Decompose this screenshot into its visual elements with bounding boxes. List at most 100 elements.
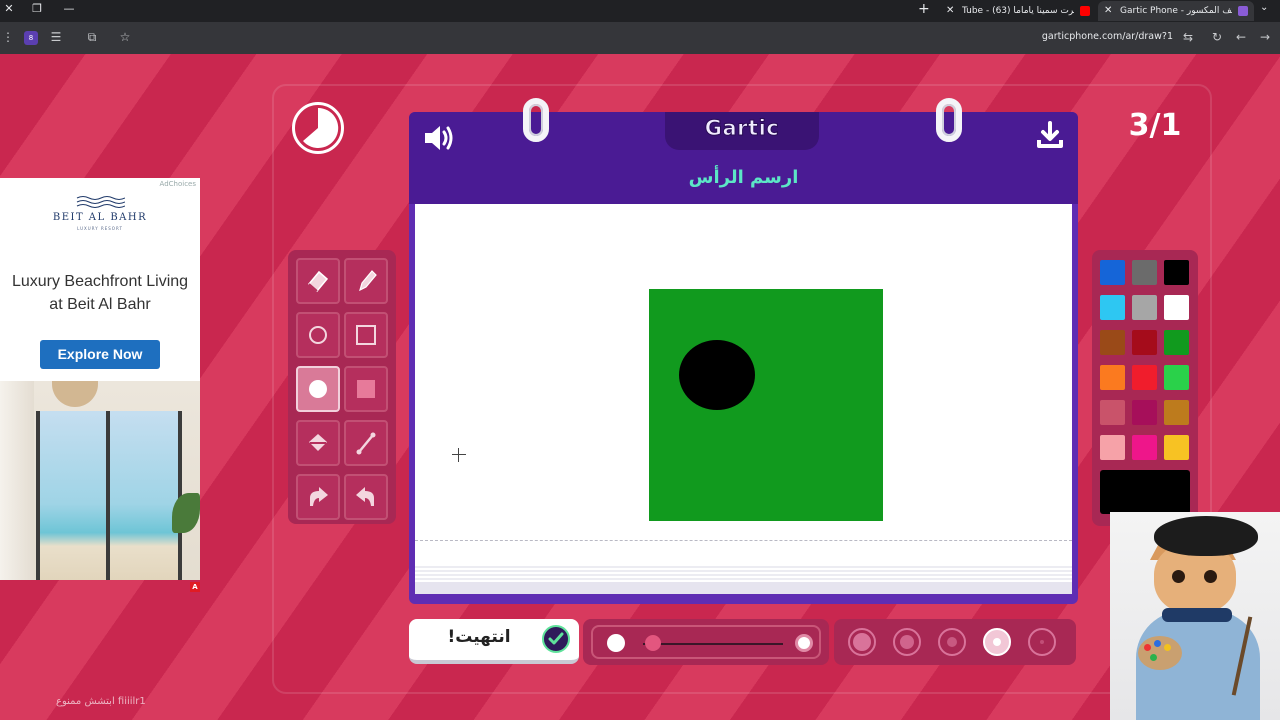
sound-icon[interactable]	[421, 120, 457, 156]
timer-clock	[292, 102, 344, 154]
done-button-label: انتهيت!	[447, 627, 511, 647]
eraser-tool-button[interactable]	[296, 258, 340, 304]
gartic-favicon-icon	[1238, 6, 1248, 16]
opacity-option[interactable]	[1028, 628, 1056, 656]
footer-caption: ابتشش ممنوع fiiiilr1	[56, 696, 146, 707]
explore-now-button[interactable]: Explore Now	[40, 340, 160, 369]
circle-filled-icon	[309, 380, 327, 398]
binder-ring	[936, 98, 962, 142]
color-swatch[interactable]	[1164, 260, 1189, 285]
redo-button[interactable]	[344, 474, 388, 520]
window-close-icon[interactable]: ✕	[0, 2, 18, 15]
brush-size-slider[interactable]	[583, 619, 829, 665]
color-swatch[interactable]	[1100, 435, 1125, 460]
ellipse-filled-tool-button[interactable]	[296, 366, 340, 412]
rectangle-filled-tool-button[interactable]	[344, 366, 388, 412]
adchoices-label[interactable]: AdChoices	[160, 180, 196, 188]
page-background: AdChoices BEIT AL BAHR LUXURY RESORT Lux…	[0, 54, 1280, 720]
paint-bucket-icon	[309, 434, 327, 451]
drawing-canvas[interactable]	[415, 204, 1072, 594]
browser-tab-youtube[interactable]: ✕ Tube - أنا صرت سمينا ياماما (63)	[940, 1, 1096, 21]
gartic-logo: Gartic	[704, 116, 780, 141]
crosshair-cursor-icon	[452, 448, 466, 462]
rectangle-outline-tool-button[interactable]	[344, 312, 388, 358]
paint-palette-prop	[1138, 636, 1182, 670]
done-button[interactable]: انتهيت!	[409, 619, 579, 664]
address-bar-url[interactable]: garticphone.com/ar/draw?1	[980, 31, 1173, 42]
tab-close-icon[interactable]: ✕	[946, 1, 954, 21]
profile-extension-icon[interactable]: 8	[24, 31, 38, 45]
opacity-selector	[834, 619, 1076, 665]
opacity-option-selected[interactable]	[983, 628, 1011, 656]
color-swatch[interactable]	[1132, 400, 1157, 425]
tab-search-chevron-icon[interactable]: ⌄	[1260, 2, 1268, 13]
tool-panel	[288, 250, 396, 524]
menu-kebab-icon[interactable]: ⋮	[0, 30, 16, 44]
download-icon[interactable]	[1035, 120, 1065, 150]
size-slider-track[interactable]	[643, 643, 783, 645]
youtube-icon	[1080, 6, 1090, 16]
brand-waves-icon	[76, 196, 125, 208]
color-swatch[interactable]	[1164, 365, 1189, 390]
beret	[1154, 516, 1258, 556]
color-palette	[1092, 250, 1198, 526]
ad-brand-subtitle: LUXURY RESORT	[77, 226, 123, 231]
ad-photo-plant	[172, 493, 200, 533]
opacity-option[interactable]	[893, 628, 921, 656]
color-swatch[interactable]	[1132, 365, 1157, 390]
tab-close-icon[interactable]: ✕	[1104, 1, 1112, 21]
current-color-preview	[1100, 470, 1190, 514]
ad-photo	[0, 381, 200, 580]
color-swatch[interactable]	[1100, 260, 1125, 285]
browser-tab-gartic[interactable]: ✕ Gartic Phone - الهاتف المكسور	[1098, 1, 1254, 21]
back-arrow-icon[interactable]: →	[1257, 30, 1273, 44]
color-swatch[interactable]	[1100, 365, 1125, 390]
ad-badge[interactable]: A	[190, 582, 200, 592]
color-swatch[interactable]	[1100, 330, 1125, 355]
ellipse-outline-tool-button[interactable]	[296, 312, 340, 358]
color-swatch[interactable]	[1100, 400, 1125, 425]
opacity-option[interactable]	[848, 628, 876, 656]
tab-title: Gartic Phone - الهاتف المكسور	[1120, 6, 1232, 16]
color-swatch[interactable]	[1164, 435, 1189, 460]
customize-icon[interactable]: ☰	[48, 30, 64, 44]
round-counter: 3/1	[1128, 108, 1182, 143]
extensions-puzzle-icon[interactable]: ⧉	[84, 30, 100, 45]
circle-outline-icon	[309, 326, 327, 344]
color-swatch[interactable]	[1132, 295, 1157, 320]
forward-arrow-icon[interactable]: ←	[1233, 30, 1249, 44]
color-swatch[interactable]	[1164, 330, 1189, 355]
color-swatch[interactable]	[1164, 400, 1189, 425]
advertisement[interactable]: AdChoices BEIT AL BAHR LUXURY RESORT Lux…	[0, 178, 200, 580]
color-swatch[interactable]	[1132, 260, 1157, 285]
color-swatch[interactable]	[1132, 435, 1157, 460]
canvas-dashed-line	[415, 540, 1072, 541]
drawn-green-rectangle	[649, 289, 883, 521]
size-slider-knob[interactable]	[645, 635, 662, 651]
window-restore-icon[interactable]: ❐	[28, 2, 46, 15]
size-max-indicator	[795, 634, 813, 652]
new-tab-icon[interactable]: +	[918, 1, 930, 17]
color-swatch[interactable]	[1100, 295, 1125, 320]
color-swatch[interactable]	[1132, 330, 1157, 355]
clock-icon	[303, 107, 339, 148]
window-minimize-icon[interactable]: —	[60, 2, 78, 15]
bookmark-star-icon[interactable]: ☆	[117, 30, 133, 44]
undo-button[interactable]	[296, 474, 340, 520]
reload-icon[interactable]: ↻	[1209, 30, 1225, 44]
size-min-indicator	[607, 634, 625, 652]
ad-photo-lamp	[52, 381, 98, 407]
ad-photo-curtain	[0, 381, 34, 580]
fill-bucket-tool-button[interactable]	[296, 420, 340, 466]
color-swatch[interactable]	[1164, 295, 1189, 320]
draw-prompt: ارسم الرأس	[688, 167, 799, 188]
line-tool-button[interactable]	[344, 420, 388, 466]
browser-toolbar: ⋮ 8 ☰ ⧉ ☆ garticphone.com/ar/draw?1 ⇆ ↻ …	[0, 22, 1280, 54]
tab-title: Tube - أنا صرت سمينا ياماما (63)	[962, 6, 1074, 16]
square-outline-icon	[356, 325, 376, 345]
drawing-board: Gartic ارسم الرأس	[409, 98, 1078, 604]
pencil-icon	[359, 270, 377, 292]
pencil-tool-button[interactable]	[344, 258, 388, 304]
opacity-option[interactable]	[938, 628, 966, 656]
site-settings-icon[interactable]: ⇆	[1180, 30, 1196, 44]
